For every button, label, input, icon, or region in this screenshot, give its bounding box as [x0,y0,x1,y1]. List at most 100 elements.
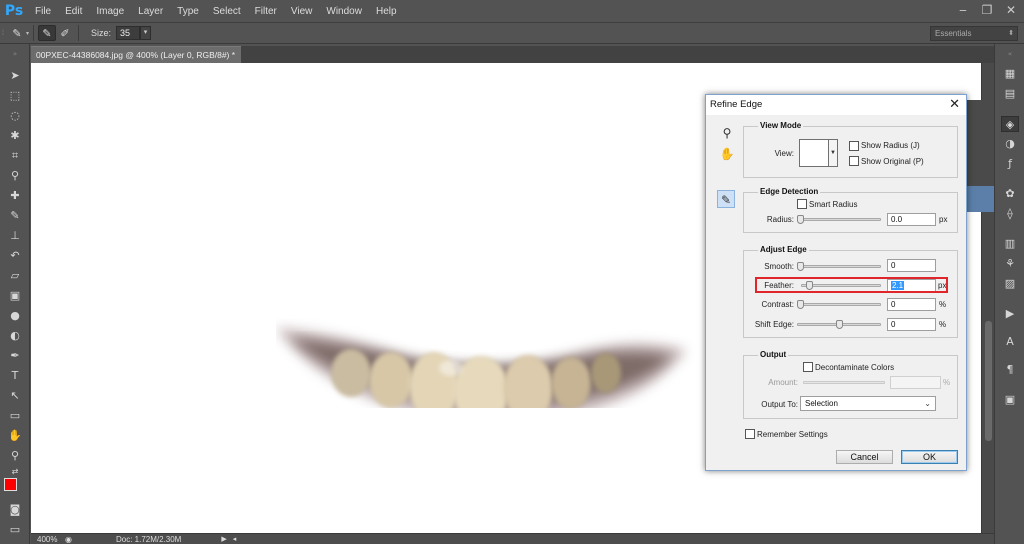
healing-brush-tool-icon[interactable]: ✚ [6,188,24,204]
radius-label: Radius: [766,215,794,224]
menu-select[interactable]: Select [206,6,248,17]
workspace-select[interactable]: Essentials ⬍ [930,26,1018,41]
show-original-checkbox[interactable] [849,156,859,166]
properties-panel-icon[interactable]: ▤ [1001,86,1019,102]
tool-presets-panel-icon[interactable]: ▨ [1001,276,1019,292]
path-selection-tool-icon[interactable]: ↖ [6,388,24,404]
pen-tool-icon[interactable]: ✒ [6,348,24,364]
dock-collapse-icon[interactable]: « [1001,46,1019,62]
smooth-field[interactable]: 0 [887,259,936,272]
smooth-slider[interactable] [797,262,881,271]
refine-radius-tool-icon[interactable]: ✎ [38,25,57,41]
status-info-icon[interactable]: ◉ [65,535,72,544]
history-panel-icon[interactable]: ▦ [1001,66,1019,82]
info-panel-icon[interactable]: ▣ [1001,392,1019,408]
shift-edge-slider[interactable] [797,320,881,329]
zoom-level[interactable]: 400% [31,535,65,544]
output-to-select[interactable]: Selection ⌄ [800,396,936,411]
menu-help[interactable]: Help [369,6,404,17]
show-radius-checkbox[interactable] [849,141,859,151]
remember-settings-checkbox[interactable] [745,429,755,439]
contrast-slider-thumb[interactable] [797,300,804,309]
decontaminate-colors-label[interactable]: Decontaminate Colors [815,363,894,372]
menu-edit[interactable]: Edit [58,6,89,17]
shift-edge-field[interactable]: 0 [887,318,936,331]
menu-image[interactable]: Image [89,6,131,17]
shift-edge-slider-thumb[interactable] [836,320,843,329]
menu-type[interactable]: Type [170,6,206,17]
minimize-button[interactable]: ‒ [952,1,974,19]
dialog-close-button[interactable]: ✕ [949,97,960,113]
decontaminate-colors-checkbox[interactable] [803,362,813,372]
menu-view[interactable]: View [284,6,320,17]
show-original-label[interactable]: Show Original (P) [861,157,924,166]
show-radius-label[interactable]: Show Radius (J) [861,141,920,150]
tool-preset-brush-icon[interactable]: ✎ [8,25,26,41]
layers-panel-icon[interactable]: ◈ [1001,116,1019,132]
radius-field[interactable]: 0.0 [887,213,936,226]
document-tab[interactable]: 00PXEC-44386084.jpg @ 400% (Layer 0, RGB… [31,46,241,63]
view-mode-thumbnail[interactable] [799,139,829,167]
hand-tool-icon[interactable]: ✋ [6,428,24,444]
smart-radius-label[interactable]: Smart Radius [809,200,857,209]
options-bar: ⁞ ✎ ▾ ✎ ✐ Size: 35 ▾ Essentials ⬍ [0,22,1024,44]
size-dropdown-icon[interactable]: ▾ [140,26,152,40]
view-mode-dropdown-icon[interactable]: ▼ [829,139,838,167]
smart-radius-checkbox[interactable] [797,199,807,209]
marquee-tool-icon[interactable]: ⬚ [6,88,24,104]
ok-button[interactable]: OK [901,450,958,464]
scrollbar-thumb[interactable] [985,321,992,441]
paragraph-panel-icon[interactable]: ¶ [1001,362,1019,378]
radius-slider[interactable] [797,215,881,224]
history-brush-tool-icon[interactable]: ↶ [6,248,24,264]
status-menu-arrow-icon[interactable]: ▶ [221,535,226,543]
magic-wand-tool-icon[interactable]: ✱ [6,128,24,144]
dodge-tool-icon[interactable]: ◐ [6,328,24,344]
eyedropper-tool-icon[interactable]: ⚲ [6,168,24,184]
actions-panel-icon[interactable]: ▶ [1001,306,1019,322]
screen-mode-icon[interactable]: ▭ [6,522,24,538]
zoom-tool-icon[interactable]: ⚲ [6,448,24,464]
smooth-slider-thumb[interactable] [797,262,804,271]
erase-refinements-tool-icon[interactable]: ✐ [56,25,74,41]
hand-icon[interactable]: ✋ [718,145,736,163]
adjustments-panel-icon[interactable]: ✿ [1001,186,1019,202]
menu-window[interactable]: Window [319,6,369,17]
clone-stamp-tool-icon[interactable]: ⊥ [6,228,24,244]
menu-filter[interactable]: Filter [248,6,284,17]
clone-source-panel-icon[interactable]: ⚘ [1001,256,1019,272]
move-tool-icon[interactable]: ➤ [6,68,24,84]
dialog-title[interactable]: Refine Edge [706,95,966,115]
zoom-icon[interactable]: ⚲ [718,124,736,142]
restore-button[interactable]: ❐ [976,1,998,19]
gradient-tool-icon[interactable]: ▣ [6,288,24,304]
menu-file[interactable]: File [28,6,58,17]
tool-preset-dropdown-icon[interactable]: ▾ [26,30,29,37]
fx-panel-icon[interactable]: ƒ [1001,156,1019,172]
menu-layer[interactable]: Layer [131,6,170,17]
type-tool-icon[interactable]: T [6,368,24,384]
remember-settings-label[interactable]: Remember Settings [757,430,828,439]
paths-panel-icon[interactable]: ⟠ [1001,206,1019,222]
crop-tool-icon[interactable]: ⌗ [6,148,24,164]
character-panel-icon[interactable]: A [1001,334,1019,350]
shape-tool-icon[interactable]: ▭ [6,408,24,424]
brush-panel-icon[interactable]: ▥ [1001,236,1019,252]
radius-slider-thumb[interactable] [797,215,804,224]
size-field[interactable]: 35 [116,26,141,40]
contrast-slider[interactable] [797,300,881,309]
toolbox-grip-icon[interactable]: » [6,46,24,62]
eraser-tool-icon[interactable]: ▱ [6,268,24,284]
selected-layer-row[interactable] [965,186,994,212]
foreground-color-swatch[interactable] [4,478,17,491]
scroll-left-icon[interactable]: ◂ [233,535,237,543]
color-panel-icon[interactable]: ◑ [1001,136,1019,152]
contrast-field[interactable]: 0 [887,298,936,311]
close-window-button[interactable]: ✕ [1000,1,1022,19]
blur-tool-icon[interactable]: ● [6,308,24,324]
refine-radius-brush-icon[interactable]: ✎ [717,190,735,208]
cancel-button[interactable]: Cancel [836,450,893,464]
quick-mask-icon[interactable]: ◙ [6,502,24,518]
brush-tool-icon[interactable]: ✎ [6,208,24,224]
lasso-tool-icon[interactable]: ◌ [6,108,24,124]
